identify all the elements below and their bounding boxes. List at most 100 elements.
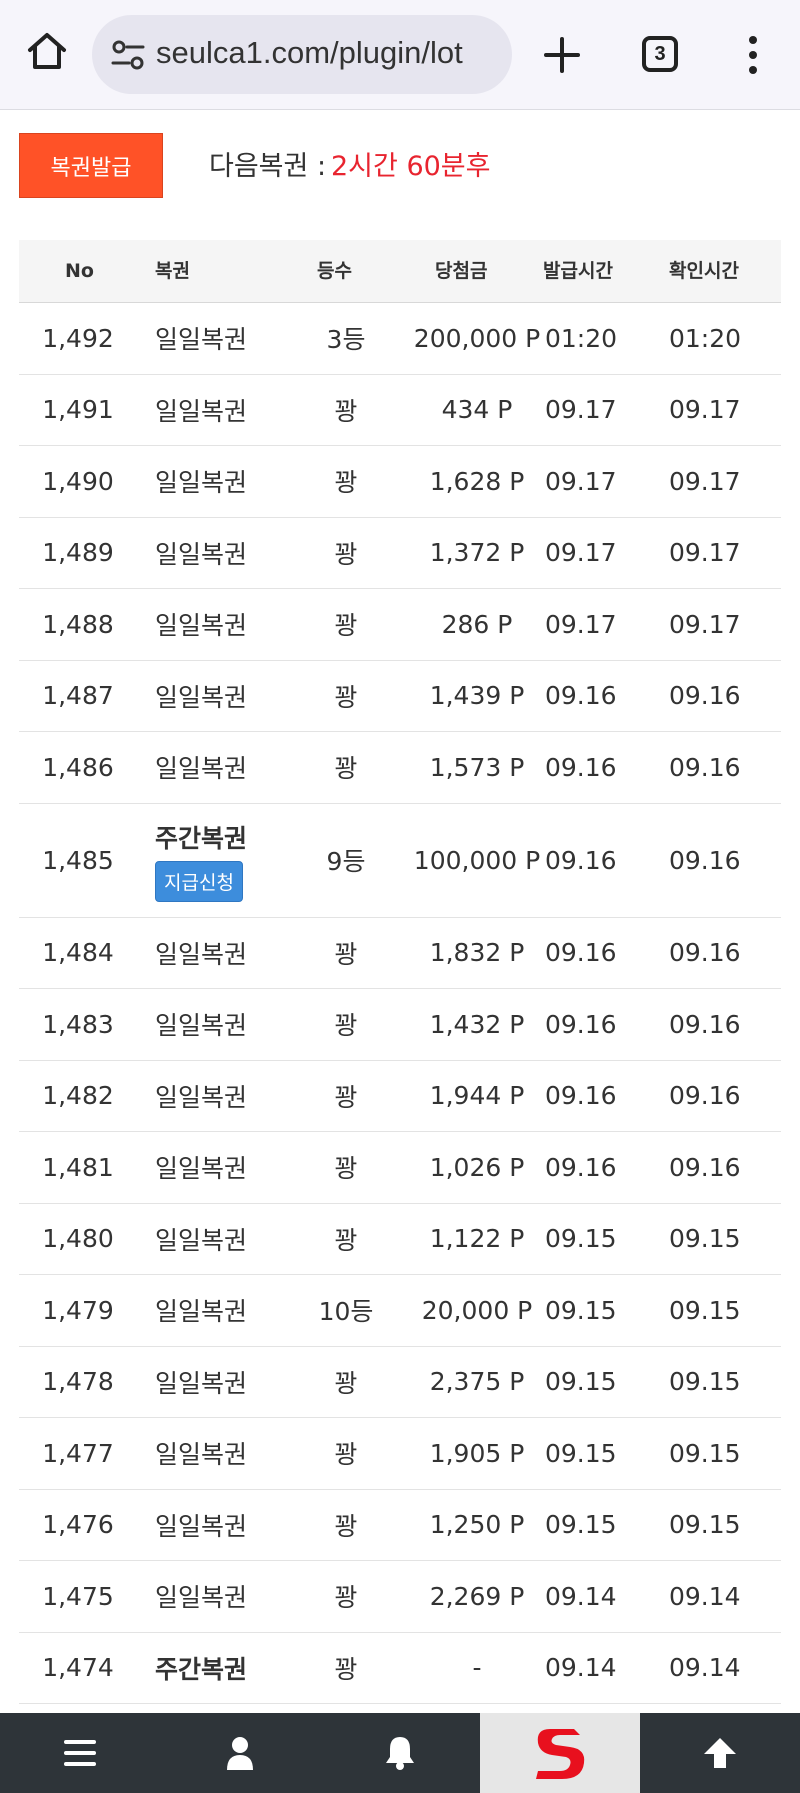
cell-type: 일일복권 <box>155 1011 248 1041</box>
cell-rank: 꽝 <box>334 1225 358 1255</box>
cell-prize: 1,832 P <box>429 938 525 968</box>
header-no: No <box>65 260 94 282</box>
nav-scroll-top[interactable] <box>640 1713 800 1793</box>
more-menu-icon[interactable] <box>746 34 760 76</box>
nav-notifications[interactable] <box>320 1713 480 1793</box>
cell-rank: 꽝 <box>334 539 358 569</box>
cell-type: 일일복권 <box>155 1583 248 1613</box>
table-row: 1,492 일일복권 3등 200,000 P 01:20 01:20 <box>19 303 781 375</box>
cell-no: 1,474 <box>42 1653 114 1683</box>
cell-issued: 09.16 <box>545 1009 617 1039</box>
cell-prize: 1,026 P <box>429 1152 525 1182</box>
cell-type: 주간복권 지급신청 <box>155 804 295 917</box>
table-row: 1,480 일일복권 꽝 1,122 P 09.15 09.15 <box>19 1204 781 1275</box>
cell-prize: 1,573 P <box>429 752 525 782</box>
cell-no: 1,488 <box>42 609 114 639</box>
cell-rank: 꽝 <box>334 1011 358 1041</box>
cell-issued: 09.16 <box>545 681 617 711</box>
cell-rank: 꽝 <box>334 754 358 784</box>
cell-type: 일일복권 <box>155 939 248 969</box>
cell-prize: 1,122 P <box>429 1224 525 1254</box>
cell-issued: 09.16 <box>545 1081 617 1111</box>
site-logo <box>536 1729 585 1779</box>
table-row: 1,490 일일복권 꽝 1,628 P 09.17 09.17 <box>19 446 781 518</box>
bell-icon <box>386 1737 414 1770</box>
cell-no: 1,489 <box>42 538 114 568</box>
cell-checked: 09.15 <box>669 1295 741 1325</box>
table-row: 1,481 일일복권 꽝 1,026 P 09.16 09.16 <box>19 1132 781 1204</box>
arrow-up-icon <box>704 1738 736 1768</box>
table-header: No 복권 등수 당첨금 발급시간 확인시간 <box>19 240 781 303</box>
cell-rank: 9등 <box>326 847 366 876</box>
cell-checked: 09.15 <box>669 1510 741 1540</box>
cell-no: 1,483 <box>42 1009 114 1039</box>
cell-type: 일일복권 <box>155 1225 248 1255</box>
cell-issued: 09.15 <box>545 1367 617 1397</box>
cell-type: 일일복권 <box>155 1368 248 1398</box>
cell-issued: 01:20 <box>545 323 618 353</box>
cell-no: 1,490 <box>42 466 114 496</box>
cell-no: 1,476 <box>42 1510 114 1540</box>
table-row: 1,482 일일복권 꽝 1,944 P 09.16 09.16 <box>19 1061 781 1132</box>
cell-type: 일일복권 <box>155 396 248 426</box>
tab-switcher[interactable]: 3 <box>642 36 678 72</box>
cell-issued: 09.17 <box>545 538 617 568</box>
cell-checked: 09.14 <box>669 1653 741 1683</box>
home-icon[interactable] <box>26 30 68 72</box>
cell-prize: 1,432 P <box>429 1009 525 1039</box>
nav-menu[interactable] <box>0 1713 160 1793</box>
table-row: 1,488 일일복권 꽝 286 P 09.17 09.17 <box>19 589 781 661</box>
address-bar[interactable]: seulca1.com/plugin/lot <box>92 15 512 94</box>
table-row: 1,491 일일복권 꽝 434 P 09.17 09.17 <box>19 375 781 446</box>
cell-checked: 09.16 <box>669 938 741 968</box>
cell-checked: 09.14 <box>669 1581 741 1611</box>
cell-no: 1,485 <box>42 845 114 875</box>
table-row: 1,487 일일복권 꽝 1,439 P 09.16 09.16 <box>19 661 781 732</box>
cell-rank: 꽝 <box>334 396 358 426</box>
cell-prize: 1,905 P <box>429 1438 525 1468</box>
cell-prize: 1,250 P <box>429 1510 525 1540</box>
cell-issued: 09.17 <box>545 609 617 639</box>
cell-prize: 434 P <box>441 395 513 425</box>
table-row: 1,489 일일복권 꽝 1,372 P 09.17 09.17 <box>19 518 781 589</box>
cell-issued: 09.14 <box>545 1653 617 1683</box>
table-row: 1,475 일일복권 꽝 2,269 P 09.14 09.14 <box>19 1561 781 1633</box>
cell-rank: 꽝 <box>334 1440 358 1470</box>
cell-type-label: 주간복권 <box>155 823 248 853</box>
cell-type: 일일복권 <box>155 468 248 498</box>
cell-no: 1,491 <box>42 395 114 425</box>
cell-rank: 꽝 <box>334 939 358 969</box>
cell-type: 일일복권 <box>155 1511 248 1541</box>
issue-lottery-button[interactable]: 복권발급 <box>19 133 163 198</box>
cell-checked: 09.17 <box>669 466 741 496</box>
nav-user[interactable] <box>160 1713 320 1793</box>
cell-checked: 09.16 <box>669 752 741 782</box>
cell-issued: 09.16 <box>545 752 617 782</box>
cell-checked: 01:20 <box>669 323 742 353</box>
cell-checked: 09.15 <box>669 1224 741 1254</box>
table-row: 1,483 일일복권 꽝 1,432 P 09.16 09.16 <box>19 989 781 1061</box>
table-row: 1,485 주간복권 지급신청 9등 100,000 P 09.16 09.16 <box>19 804 781 918</box>
cell-type: 일일복권 <box>155 325 248 355</box>
cell-checked: 09.16 <box>669 1009 741 1039</box>
cell-type: 주간복권 <box>155 1654 248 1684</box>
header-prize: 당첨금 <box>435 260 488 282</box>
table-row: 1,479 일일복권 10등 20,000 P 09.15 09.15 <box>19 1275 781 1347</box>
nav-home-logo[interactable] <box>480 1713 640 1793</box>
table-row: 1,486 일일복권 꽝 1,573 P 09.16 09.16 <box>19 732 781 804</box>
header-rank: 등수 <box>317 260 352 282</box>
site-settings-icon[interactable] <box>110 37 146 73</box>
cell-checked: 09.16 <box>669 681 741 711</box>
cell-prize: 1,439 P <box>429 681 525 711</box>
new-tab-icon[interactable] <box>540 33 584 77</box>
cell-type: 일일복권 <box>155 539 248 569</box>
user-icon <box>227 1737 253 1770</box>
claim-payment-button[interactable]: 지급신청 <box>155 860 243 902</box>
cell-no: 1,487 <box>42 681 114 711</box>
cell-rank: 꽝 <box>334 611 358 641</box>
cell-checked: 09.17 <box>669 609 741 639</box>
cell-issued: 09.14 <box>545 1581 617 1611</box>
cell-issued: 09.16 <box>545 845 617 875</box>
cell-prize: 2,269 P <box>429 1581 525 1611</box>
table-row: 1,476 일일복권 꽝 1,250 P 09.15 09.15 <box>19 1490 781 1561</box>
